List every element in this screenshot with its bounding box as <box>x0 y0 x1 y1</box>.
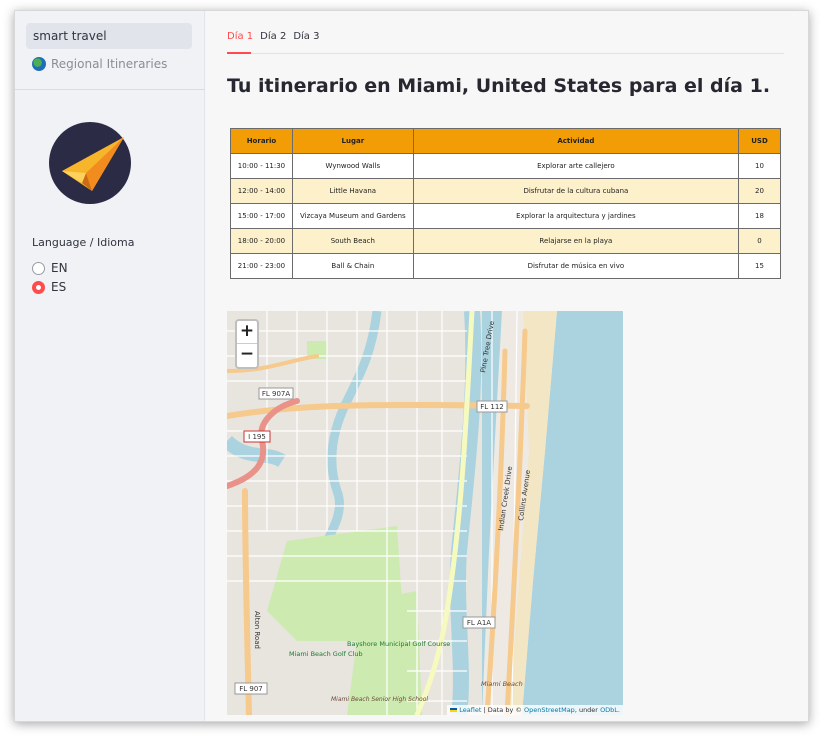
poi-label-miami-beach-golf-club: Miami Beach Golf Club <box>289 650 363 658</box>
table-cell: 21:00 - 23:00 <box>230 253 293 279</box>
road-label-fl907: FL 907 <box>239 685 263 693</box>
place-label-miami-beach: Miami Beach <box>481 680 523 688</box>
main-content: Día 1 Día 2 Día 3 Tu itinerario en Miami… <box>206 11 808 721</box>
table-cell: 0 <box>738 228 781 254</box>
sidebar-divider <box>15 89 205 90</box>
table-cell: Relajarse en la playa <box>412 228 740 254</box>
table-cell: Wynwood Walls <box>291 153 414 179</box>
zoom-out-button[interactable]: − <box>237 344 257 367</box>
table-cell: 15 <box>738 253 781 279</box>
table-cell: 15:00 - 17:00 <box>230 203 293 229</box>
table-row: 12:00 - 14:00 Little Havana Disfrutar de… <box>230 178 781 204</box>
map-attribution: Leaflet | Data by © OpenStreetMap, under… <box>447 705 623 715</box>
road-label-fla1a: FL A1A <box>467 619 491 627</box>
sidebar-item-regional-itineraries[interactable]: Regional Itineraries <box>26 51 192 77</box>
street-label-alton-road: Alton Road <box>253 611 261 649</box>
column-header: USD <box>738 128 781 154</box>
openstreetmap-link[interactable]: OpenStreetMap <box>524 706 575 714</box>
day-tabs: Día 1 Día 2 Día 3 <box>227 31 319 42</box>
table-row: 15:00 - 17:00 Vizcaya Museum and Gardens… <box>230 203 781 229</box>
road-label-fl112: FL 112 <box>480 403 504 411</box>
column-header: Actividad <box>412 128 740 154</box>
radio-button-selected[interactable] <box>32 280 45 294</box>
map-view[interactable]: FL 907A I 195 FL 112 FL A1A FL 907 Alton… <box>227 311 623 715</box>
table-cell: 20 <box>738 178 781 204</box>
attribution-text: | Data by © <box>483 706 522 714</box>
sidebar: smart travel Regional Itineraries Langua… <box>15 11 205 721</box>
radio-button[interactable] <box>32 261 45 275</box>
table-cell: 10 <box>738 153 781 179</box>
leaflet-link[interactable]: Leaflet <box>459 706 481 714</box>
column-header: Lugar <box>291 128 414 154</box>
table-cell: Explorar la arquitectura y jardines <box>412 203 740 229</box>
itinerary-table: Horario Lugar Actividad USD 10:00 - 11:3… <box>230 128 781 279</box>
poi-label-bayshore-golf-course: Bayshore Municipal Golf Course <box>347 640 450 648</box>
table-row: 18:00 - 20:00 South Beach Relajarse en l… <box>230 228 781 254</box>
language-option-label: ES <box>51 280 67 294</box>
table-row: 21:00 - 23:00 Ball & Chain Disfrutar de … <box>230 253 781 279</box>
paper-plane-logo-icon <box>49 122 131 204</box>
table-cell: Explorar arte callejero <box>412 153 740 179</box>
sidebar-item-label: Regional Itineraries <box>51 57 168 71</box>
road-label-fl907a: FL 907A <box>262 390 291 398</box>
tab-dia-1[interactable]: Día 1 <box>227 31 253 42</box>
zoom-in-button[interactable]: + <box>237 321 257 344</box>
table-cell: 12:00 - 14:00 <box>230 178 293 204</box>
language-option-label: EN <box>51 261 68 275</box>
table-cell: 10:00 - 11:30 <box>230 153 293 179</box>
ukraine-flag-icon <box>450 708 458 712</box>
table-header-row: Horario Lugar Actividad USD <box>230 128 781 154</box>
table-cell: South Beach <box>291 228 414 254</box>
map-tiles[interactable]: FL 907A I 195 FL 112 FL A1A FL 907 Alton… <box>227 311 623 715</box>
table-cell: 18:00 - 20:00 <box>230 228 293 254</box>
tab-dia-3[interactable]: Día 3 <box>293 31 319 42</box>
poi-label-miami-beach-senior-high-school: Miami Beach Senior High School <box>331 696 428 703</box>
zoom-control: + − <box>235 319 259 369</box>
globe-icon <box>32 57 46 71</box>
table-cell: Ball & Chain <box>291 253 414 279</box>
language-label: Language / Idioma <box>32 236 135 249</box>
sidebar-item-smart-travel[interactable]: smart travel <box>26 23 192 49</box>
table-cell: 18 <box>738 203 781 229</box>
odbl-link[interactable]: ODbL. <box>600 706 620 714</box>
language-option-en[interactable]: EN <box>32 261 68 275</box>
active-tab-indicator <box>227 52 251 54</box>
tab-dia-2[interactable]: Día 2 <box>260 31 286 42</box>
table-cell: Little Havana <box>291 178 414 204</box>
table-cell: Vizcaya Museum and Gardens <box>291 203 414 229</box>
sidebar-item-label: smart travel <box>33 29 107 43</box>
tab-divider <box>227 53 784 54</box>
app-window: smart travel Regional Itineraries Langua… <box>14 10 809 722</box>
page-title: Tu itinerario en Miami, United States pa… <box>227 75 771 97</box>
table-cell: Disfrutar de la cultura cubana <box>412 178 740 204</box>
column-header: Horario <box>230 128 293 154</box>
road-label-i195: I 195 <box>248 433 266 441</box>
table-row: 10:00 - 11:30 Wynwood Walls Explorar art… <box>230 153 781 179</box>
table-cell: Disfrutar de música en vivo <box>412 253 740 279</box>
language-option-es[interactable]: ES <box>32 280 66 294</box>
attribution-text: , under <box>574 706 598 714</box>
